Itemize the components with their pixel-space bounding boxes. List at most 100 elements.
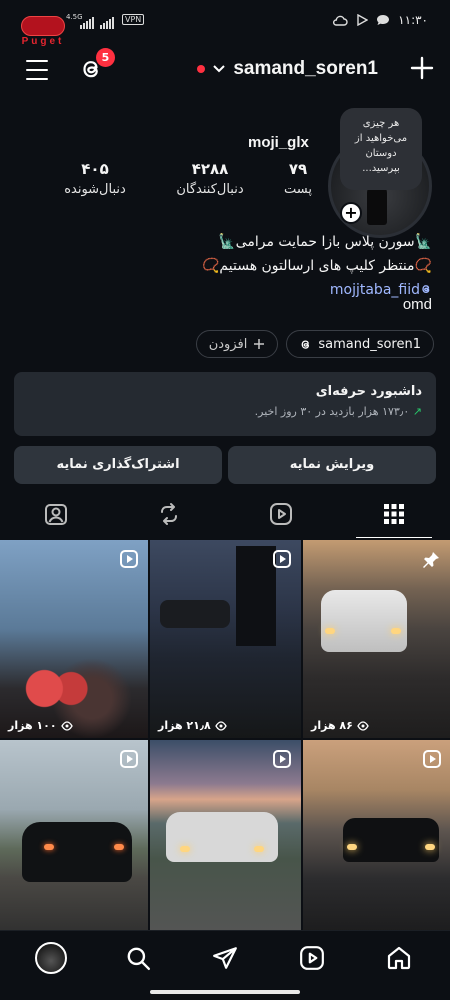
headlight-shape	[180, 846, 190, 852]
taillight-shape	[44, 844, 54, 850]
car-shape	[160, 600, 230, 628]
view-count-text: ۱۰۰ هزار	[8, 719, 57, 732]
reel-indicator-icon	[273, 550, 291, 568]
cloud-icon	[333, 15, 348, 26]
view-count: ۲۱٫۸ هزار	[158, 719, 227, 732]
dashboard-subtitle: ↗ ۱۷۳٫۰ هزار بازدید در ۳۰ روز اخیر.	[28, 405, 422, 418]
car-shape	[321, 590, 407, 652]
car-shape	[22, 822, 132, 882]
reels-icon	[299, 946, 324, 970]
grid-post[interactable]	[0, 740, 148, 930]
headlight-shape	[325, 628, 335, 634]
view-count: ۸۶ هزار	[311, 719, 369, 732]
nav-messages[interactable]	[205, 938, 245, 978]
profile-stats: ۷۹ پست ۴۲۸۸ دنبال‌کنندگان ۴۰۵ دنبال‌شوند…	[40, 160, 320, 206]
threads-chip-label: samand_soren1	[318, 336, 421, 352]
header-username: samand_soren1	[233, 58, 378, 79]
bottom-nav	[0, 930, 450, 1000]
eye-icon	[214, 720, 227, 731]
reels-icon	[270, 503, 293, 525]
following-count: ۴۰۵	[81, 160, 109, 178]
nav-reels[interactable]	[292, 938, 332, 978]
headlight-shape	[391, 628, 401, 634]
bio-tag: omd	[402, 296, 432, 313]
signal-icon-2	[100, 17, 114, 29]
tab-tagged[interactable]	[0, 490, 113, 538]
eye-icon	[357, 720, 369, 731]
reel-indicator-icon	[120, 750, 138, 768]
profile-tabs	[0, 490, 450, 538]
notification-badge: 5	[96, 48, 115, 67]
send-icon	[213, 947, 237, 969]
building-shape	[236, 546, 276, 646]
threads-icon	[301, 339, 310, 349]
plus-icon	[254, 339, 265, 349]
tab-grid[interactable]	[338, 490, 450, 538]
dashboard-title: داشبورد حرفه‌ای	[315, 384, 422, 399]
add-story-button[interactable]: +	[340, 202, 362, 224]
posts-grid: ۱۰۰ هزار ۲۱٫۸ هزار ۸۶ هزار	[0, 540, 450, 930]
grid-post[interactable]: ۸۶ هزار	[303, 540, 450, 738]
profile-chips: samand_soren1 افزودن	[195, 330, 434, 358]
repost-icon	[160, 503, 177, 525]
trend-up-icon: ↗	[412, 405, 422, 418]
nav-home[interactable]	[379, 938, 419, 978]
stat-following[interactable]: ۴۰۵ دنبال‌شونده	[50, 160, 140, 197]
share-profile-button[interactable]: اشتراک‌گذاری نمایه	[14, 446, 222, 484]
status-bar: Puget 4.5G VPN ۱۱:۳۰	[0, 0, 450, 47]
add-chip[interactable]: افزودن	[195, 330, 279, 358]
app-logo: Puget	[18, 16, 68, 50]
search-icon	[127, 947, 151, 971]
car-shape	[166, 812, 278, 862]
tab-reels[interactable]	[225, 490, 338, 538]
headlight-shape	[347, 844, 357, 850]
professional-dashboard[interactable]: داشبورد حرفه‌ای ↗ ۱۷۳٫۰ هزار بازدید در ۳…	[14, 372, 436, 436]
grid-post[interactable]: ۱۰۰ هزار	[0, 540, 148, 738]
headlight-shape	[425, 844, 435, 850]
nav-profile[interactable]	[31, 938, 71, 978]
profile-avatar-small	[35, 942, 68, 974]
view-count: ۱۰۰ هزار	[8, 719, 73, 732]
followers-count: ۴۲۸۸	[191, 160, 229, 178]
account-switcher[interactable]: samand_soren1	[197, 58, 378, 80]
home-icon	[387, 946, 410, 970]
clock: ۱۱:۳۰	[398, 13, 428, 27]
stat-posts[interactable]: ۷۹ پست	[278, 160, 318, 197]
edit-profile-button[interactable]: ویرایش نمایه	[228, 446, 436, 484]
car-shape	[343, 818, 439, 862]
note-bubble[interactable]: هر چیزی می‌خواهید از دوستان بپرسید...	[340, 108, 422, 190]
stat-followers[interactable]: ۴۲۸۸ دنبال‌کنندگان	[160, 160, 260, 197]
headlight-shape	[254, 846, 264, 852]
signal-icon	[80, 17, 94, 29]
grid-icon	[383, 504, 404, 524]
logo-badge	[21, 16, 65, 36]
bio: 🗽سورن پلاس بازا حمایت مرامی🗽 📿منتظر کلیپ…	[12, 230, 432, 302]
chat-icon	[377, 15, 390, 25]
profile-header: 5 samand_soren1	[0, 48, 450, 90]
view-count-text: ۸۶ هزار	[311, 719, 353, 732]
create-plus-icon[interactable]	[410, 56, 434, 80]
new-activity-dot	[197, 65, 206, 73]
bio-line-1: 🗽سورن پلاس بازا حمایت مرامی🗽	[218, 234, 432, 250]
threads-icon	[422, 285, 430, 294]
threads-chip[interactable]: samand_soren1	[286, 330, 434, 358]
eye-icon	[60, 720, 73, 731]
view-count-text: ۲۱٫۸ هزار	[158, 719, 211, 732]
profile-actions: ویرایش نمایه اشتراک‌گذاری نمایه	[14, 446, 436, 484]
reel-indicator-icon	[120, 550, 138, 568]
posts-count: ۷۹	[288, 160, 308, 178]
dashboard-subtitle-text: ۱۷۳٫۰ هزار بازدید در ۳۰ روز اخیر.	[254, 405, 410, 418]
following-label: دنبال‌شونده	[64, 182, 126, 197]
add-chip-label: افزودن	[208, 336, 248, 352]
grid-post[interactable]: ۲۱٫۸ هزار	[150, 540, 301, 738]
grid-post[interactable]	[303, 740, 450, 930]
grid-post[interactable]	[150, 740, 301, 930]
posts-label: پست	[284, 182, 312, 197]
followers-label: دنبال‌کنندگان	[176, 182, 244, 197]
nav-search[interactable]	[118, 938, 158, 978]
tab-reposts[interactable]	[113, 490, 226, 538]
bio-line-2: 📿منتظر کلیپ های ارسالتون هستیم📿	[202, 258, 432, 274]
menu-icon[interactable]	[26, 60, 48, 80]
vpn-icon: VPN	[122, 14, 145, 25]
reel-indicator-icon	[273, 750, 291, 768]
